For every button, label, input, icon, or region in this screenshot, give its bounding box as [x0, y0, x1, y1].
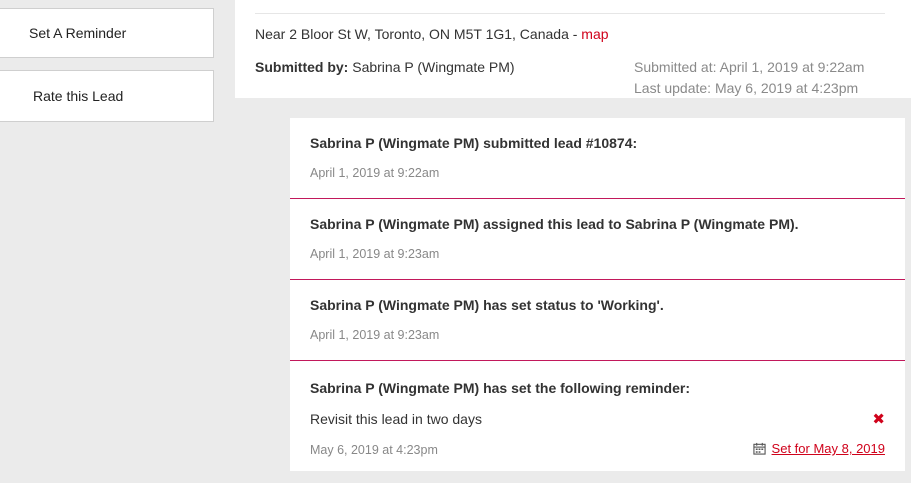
entry-title: Sabrina P (Wingmate PM) has set the foll… — [310, 380, 691, 396]
divider — [255, 13, 885, 14]
entry-time: April 1, 2019 at 9:23am — [310, 328, 440, 342]
map-link[interactable]: map — [581, 26, 608, 42]
lead-meta: Submitted at: April 1, 2019 at 9:22am La… — [634, 57, 864, 99]
entry-time: May 6, 2019 at 4:23pm — [310, 443, 438, 457]
activity-feed: Sabrina P (Wingmate PM) submitted lead #… — [290, 118, 905, 471]
submitted-by-value: Sabrina P (Wingmate PM) — [348, 59, 515, 75]
entry-title: Sabrina P (Wingmate PM) assigned this le… — [310, 216, 799, 232]
entry-time: April 1, 2019 at 9:22am — [310, 166, 440, 180]
feed-entry: Sabrina P (Wingmate PM) submitted lead #… — [290, 118, 905, 199]
feed-entry: Sabrina P (Wingmate PM) has set status t… — [290, 280, 905, 361]
set-reminder-label: Set A Reminder — [29, 25, 127, 41]
submitted-at: Submitted at: April 1, 2019 at 9:22am — [634, 59, 865, 75]
submitted-by-label: Submitted by: — [255, 59, 349, 75]
rate-lead-button[interactable]: Rate this Lead — [0, 70, 214, 122]
set-for-text[interactable]: Set for May 8, 2019 — [772, 441, 885, 456]
entry-title: Sabrina P (Wingmate PM) has set status t… — [310, 297, 664, 313]
address-text: Near 2 Bloor St W, Toronto, ON M5T 1G1, … — [255, 26, 582, 42]
rate-lead-label: Rate this Lead — [33, 88, 124, 104]
lead-address: Near 2 Bloor St W, Toronto, ON M5T 1G1, … — [255, 26, 609, 42]
submitted-by: Submitted by: Sabrina P (Wingmate PM) — [255, 59, 515, 75]
lead-info-card: Near 2 Bloor St W, Toronto, ON M5T 1G1, … — [235, 0, 911, 98]
feed-entry: Sabrina P (Wingmate PM) assigned this le… — [290, 199, 905, 280]
calendar-icon — [752, 442, 766, 455]
set-for-link[interactable]: Set for May 8, 2019 — [752, 441, 885, 456]
set-reminder-button[interactable]: Set A Reminder — [0, 8, 214, 58]
close-x-icon[interactable]: ✖ — [872, 410, 885, 428]
last-update: Last update: May 6, 2019 at 4:23pm — [634, 80, 859, 96]
entry-title: Sabrina P (Wingmate PM) submitted lead #… — [310, 135, 638, 151]
reminder-text: Revisit this lead in two days — [310, 411, 482, 427]
feed-entry-reminder: Sabrina P (Wingmate PM) has set the foll… — [290, 361, 905, 471]
entry-time: April 1, 2019 at 9:23am — [310, 247, 440, 261]
